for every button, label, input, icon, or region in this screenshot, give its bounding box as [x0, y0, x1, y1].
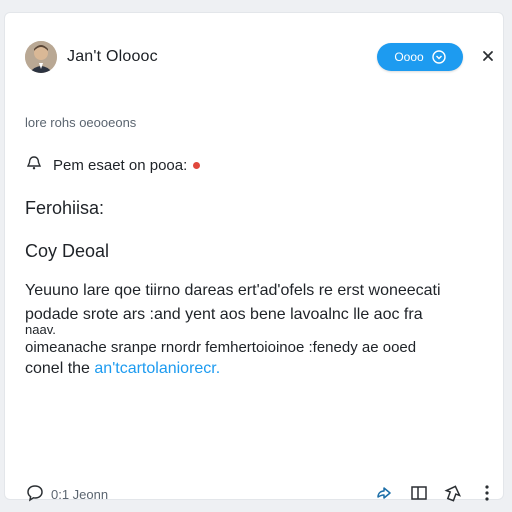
post-card: Jan't Oloooc Oooo lore rohs oeooeons Pem…	[4, 12, 504, 502]
like-icon[interactable]	[443, 483, 463, 503]
body-line: oimeanache sranpe rnordr femhertoioinoe …	[25, 339, 417, 356]
chevron-down-icon	[431, 50, 446, 64]
reminder-row[interactable]: Pem esaet on pooa:	[25, 154, 201, 177]
alert-dot	[193, 161, 201, 169]
post-meta: lore rohs oeooeons	[25, 115, 137, 130]
close-icon[interactable]	[479, 47, 497, 65]
author-name[interactable]: Jan't Oloooc	[67, 48, 158, 66]
bookmark-icon[interactable]	[409, 483, 429, 503]
follow-button[interactable]: Oooo	[377, 43, 463, 71]
post-body: Yeuuno lare qoe tiirno dareas ert'ad'ofe…	[25, 279, 495, 381]
post-footer: 0:1 Jeonn	[25, 481, 497, 505]
body-line: podade srote ars :and yent aos bene lavo…	[25, 306, 423, 323]
replies-button[interactable]: 0:1 Jeonn	[25, 483, 108, 506]
follow-label: Oooo	[394, 50, 424, 64]
comment-icon	[25, 483, 45, 506]
replies-count: 0:1 Jeonn	[51, 487, 109, 502]
action-bar	[375, 483, 497, 503]
body-link[interactable]: an'tcartolaniorecr.	[94, 360, 220, 377]
body-line: Yeuuno lare qoe tiirno dareas ert'ad'ofe…	[25, 282, 441, 299]
reminder-text: Pem esaet on pooa:	[53, 156, 188, 174]
bell-icon	[25, 154, 43, 177]
post-title: Coy Deoal	[25, 241, 110, 261]
section-heading: Ferohiisa:	[25, 198, 105, 218]
body-line-prefix: conel the	[25, 360, 95, 377]
avatar[interactable]	[25, 41, 57, 73]
more-icon[interactable]	[477, 483, 497, 503]
share-icon[interactable]	[375, 483, 395, 503]
body-line: naav.	[25, 322, 56, 337]
